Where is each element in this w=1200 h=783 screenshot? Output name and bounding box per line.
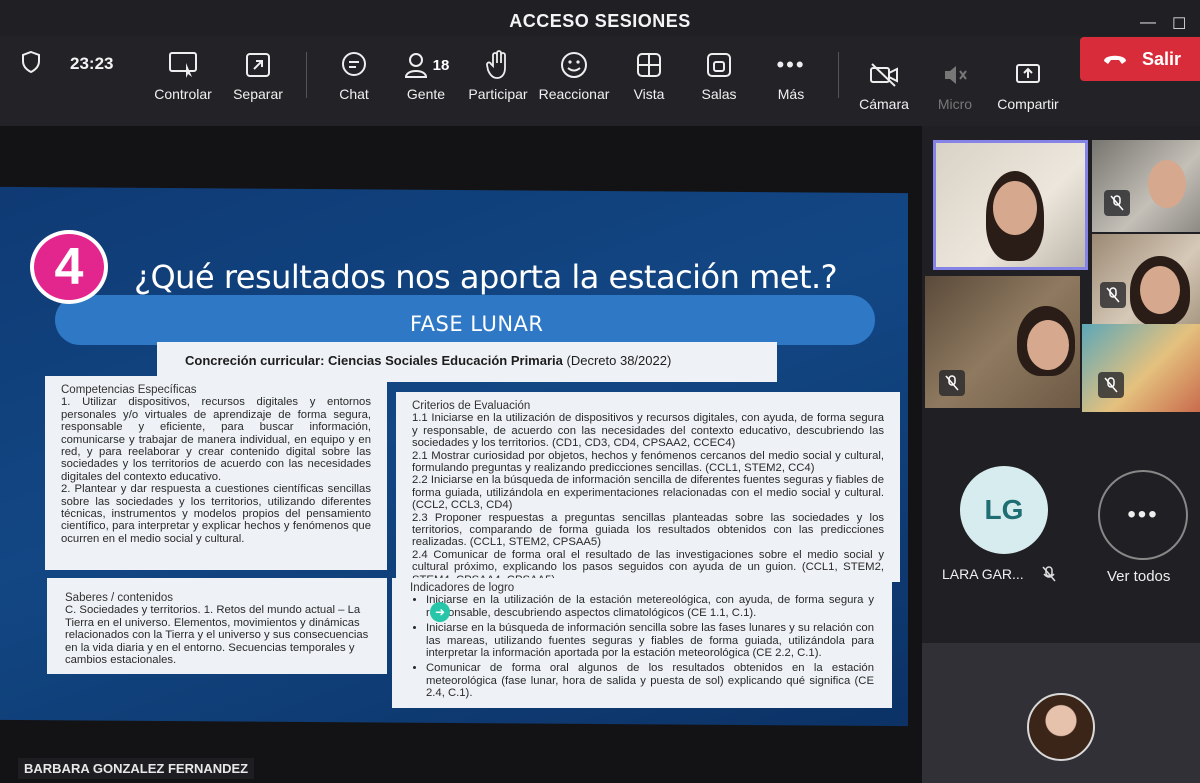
chat-button[interactable]: Chat (314, 48, 394, 102)
pointer-cursor-icon: ➜ (430, 602, 450, 622)
hand-icon (485, 48, 511, 82)
participant-face (1027, 320, 1069, 370)
criterio-item: 2.2 Iniciarse en la búsqueda de informac… (412, 474, 884, 512)
share-button[interactable]: Compartir (988, 58, 1068, 112)
people-icon: 18 (403, 48, 450, 82)
indicadores-heading: Indicadores de logro (410, 582, 515, 594)
mic-muted-icon (1042, 566, 1056, 582)
self-avatar (1027, 693, 1095, 761)
criterio-item: 2.3 Proponer respuestas a preguntas senc… (412, 511, 884, 549)
camera-button[interactable]: Cámara (844, 58, 924, 112)
control-button[interactable]: Controlar (143, 48, 223, 102)
competencias-heading: Competencias Específicas (61, 384, 197, 396)
criterio-item: 2.1 Mostrar curiosidad por objetos, hech… (412, 449, 884, 475)
shield-icon[interactable] (20, 50, 42, 74)
indicador-item: Iniciarse en la búsqueda de información … (426, 622, 874, 659)
participant-video-tile[interactable] (1092, 234, 1200, 324)
control-icon (168, 48, 198, 82)
mic-muted-icon (941, 58, 969, 92)
share-icon (1014, 58, 1042, 92)
rooms-button[interactable]: Salas (679, 48, 759, 102)
window-title: ACCESO SESIONES (509, 11, 691, 31)
criterio-item: 1.1 Iniciarse en la utilización de dispo… (412, 412, 884, 450)
criterios-box: Criterios de Evaluación 1.1 Iniciarse en… (396, 392, 900, 582)
saberes-body: C. Sociedades y territorios. 1. Retos de… (65, 604, 369, 667)
participant-face (1148, 160, 1186, 208)
saberes-box: Saberes / contenidos C. Sociedades y ter… (47, 578, 387, 674)
people-button[interactable]: 18 Gente (386, 48, 466, 102)
react-button[interactable]: Reaccionar (534, 48, 614, 102)
indicador-item: Comunicar de forma oral algunos de los r… (426, 662, 874, 699)
separate-button[interactable]: Separar (218, 48, 298, 102)
more-dots-icon: ••• (776, 52, 806, 77)
participant-video-tile[interactable] (933, 140, 1088, 270)
mic-muted-icon (939, 370, 965, 396)
toolbar-divider (838, 52, 839, 98)
layout-grid-icon (636, 48, 662, 82)
participant-video-tile[interactable] (1082, 324, 1200, 412)
see-all-participants-button[interactable]: ••• (1098, 470, 1188, 560)
slide-title: ¿Qué resultados nos aporta la estación m… (134, 258, 838, 296)
participant-video-tile[interactable] (1092, 140, 1200, 232)
indicador-item: Iniciarse en la utilización de la estaci… (426, 594, 874, 619)
meeting-toolbar: 23:23 Controlar Separar Chat 18 Gente Pa… (0, 36, 1200, 126)
participant-video-tile[interactable] (925, 276, 1080, 408)
raise-hand-button[interactable]: Participar (458, 48, 538, 102)
people-count: 18 (432, 56, 450, 74)
popout-icon (245, 48, 271, 82)
slide-number-badge: 4 (30, 230, 108, 304)
meeting-timer: 23:23 (70, 54, 114, 73)
presenter-name-label: BARBARA GONZALEZ FERNANDEZ (18, 758, 255, 779)
toolbar-divider (306, 52, 307, 98)
participant-avatar-lg[interactable]: LG (960, 466, 1048, 554)
mic-button[interactable]: Micro (915, 58, 995, 112)
indicadores-box: Indicadores de logro Iniciarse en la uti… (392, 578, 892, 708)
breakout-rooms-icon (706, 48, 732, 82)
chat-icon (340, 48, 368, 82)
competencia-item: 2. Plantear y dar respuesta a cuestiones… (61, 483, 371, 545)
hang-up-icon (1104, 55, 1126, 64)
camera-off-icon (869, 58, 899, 92)
participant-face (993, 181, 1037, 235)
mic-muted-icon (1098, 372, 1124, 398)
saberes-heading: Saberes / contenidos (65, 592, 174, 604)
slide-subtitle: FASE LUNAR (410, 312, 544, 336)
mic-muted-icon (1104, 190, 1130, 216)
participant-name-lara: LARA GAR... (942, 566, 1024, 582)
competencias-box: Competencias Específicas 1. Utilizar dis… (45, 376, 387, 570)
see-all-label[interactable]: Ver todos (1107, 568, 1170, 585)
minimize-icon[interactable]: — (1140, 14, 1156, 32)
leave-button[interactable]: Salir (1080, 37, 1200, 81)
smiley-icon (560, 48, 588, 82)
criterios-heading: Criterios de Evaluación (412, 400, 531, 412)
competencia-item: 1. Utilizar dispositivos, recursos digit… (61, 396, 371, 483)
view-button[interactable]: Vista (609, 48, 689, 102)
mic-muted-icon (1100, 282, 1126, 308)
more-button[interactable]: ••• Más (751, 48, 831, 102)
maximize-icon[interactable]: ☐ (1172, 14, 1186, 34)
participant-face (1140, 266, 1180, 314)
